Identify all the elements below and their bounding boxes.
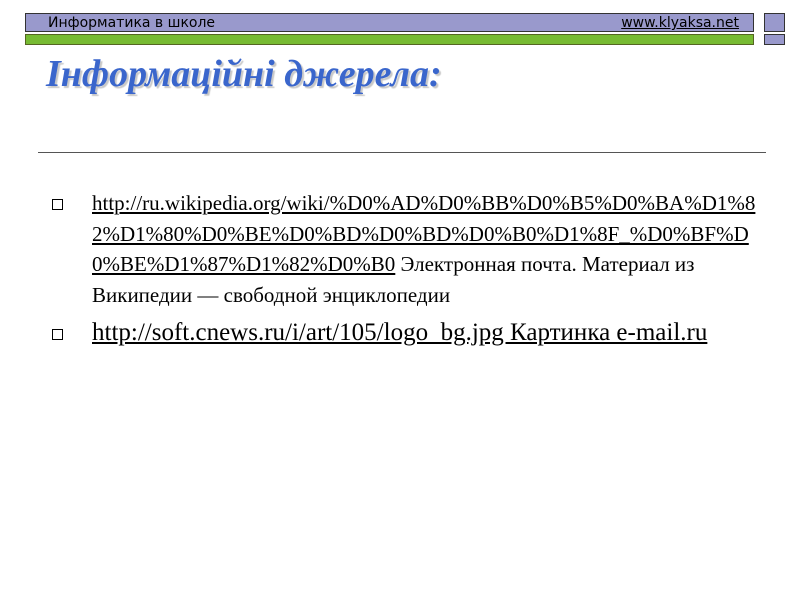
list-item: http://ru.wikipedia.org/wiki/%D0%AD%D0%B…	[52, 188, 764, 310]
page-title: Інформаційні джерела:	[46, 53, 442, 95]
strip-corner-box	[764, 34, 785, 45]
site-link[interactable]: www.klyaksa.net	[621, 14, 739, 32]
header-title: Информатика в школе	[48, 15, 216, 31]
square-bullet-icon	[52, 329, 63, 341]
header-corner-box	[764, 13, 785, 32]
header-bar: Информатика в школе www.klyaksa.net	[25, 13, 754, 32]
sources-list: http://ru.wikipedia.org/wiki/%D0%AD%D0%B…	[52, 188, 764, 350]
source-link-cnews[interactable]: http://soft.cnews.ru/i/art/105/logo_bg.j…	[92, 319, 707, 346]
square-bullet-icon	[52, 199, 63, 210]
list-item: http://soft.cnews.ru/i/art/105/logo_bg.j…	[52, 316, 764, 350]
green-strip	[25, 34, 754, 45]
title-divider	[38, 152, 766, 153]
